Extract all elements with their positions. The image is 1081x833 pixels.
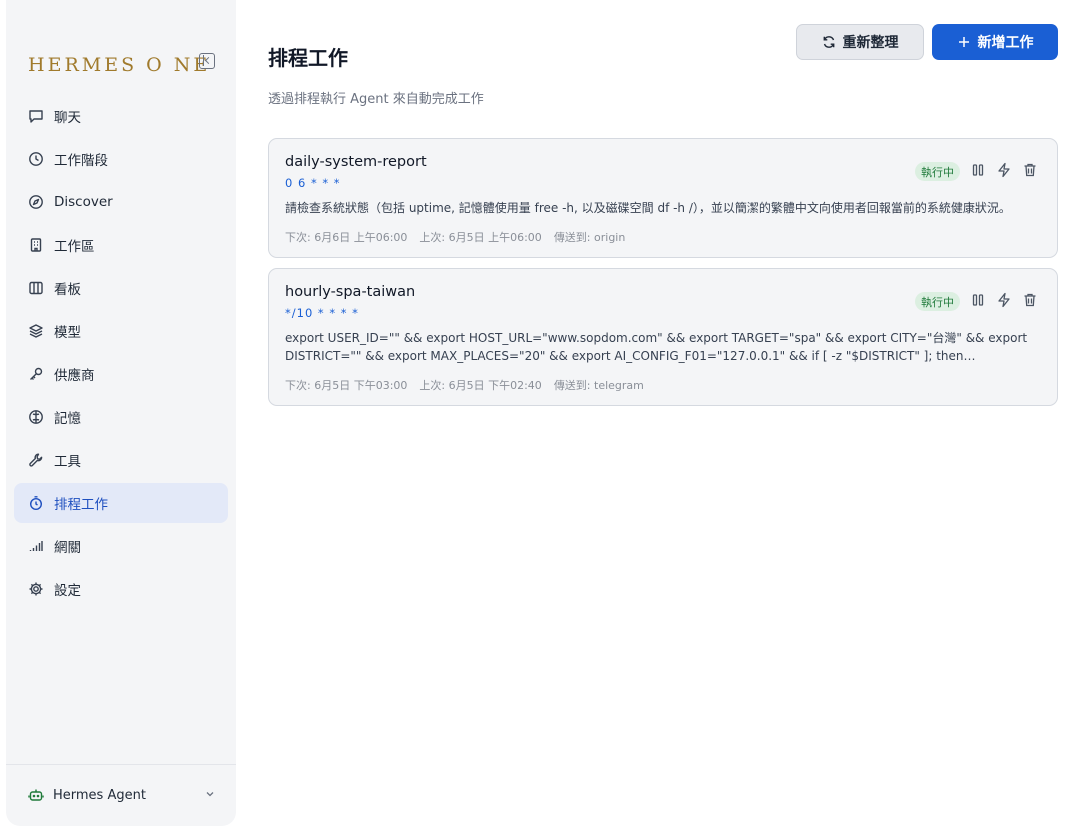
refresh-label: 重新整理 [842, 35, 899, 51]
chevron-down-icon [204, 788, 216, 800]
run-now-icon[interactable] [996, 162, 1012, 178]
sidebar-item-memory[interactable]: 記憶 [14, 397, 228, 437]
robot-icon [28, 787, 44, 803]
key-icon [28, 366, 44, 382]
sidebar-item-chat[interactable]: 聊天 [14, 96, 228, 136]
job-cron: */10 * * * * [285, 306, 359, 320]
refresh-button[interactable]: 重新整理 [796, 24, 924, 60]
brand-logo: HERMES O NE [28, 54, 211, 76]
job-cron: 0 6 * * * [285, 176, 341, 190]
pause-icon[interactable] [970, 292, 986, 308]
sidebar-item-workspace[interactable]: 工作區 [14, 225, 228, 265]
job-last-run: 上次: 6月5日 上午06:00 [419, 231, 542, 244]
sidebar-item-label: 供應商 [54, 368, 95, 384]
gear-icon [28, 581, 44, 597]
sidebar-item-discover[interactable]: Discover [14, 182, 228, 222]
sidebar-divider [6, 764, 236, 765]
building-icon [28, 237, 44, 253]
compass-icon [28, 194, 44, 210]
agent-label: Hermes Agent [53, 787, 146, 803]
sidebar-item-models[interactable]: 模型 [14, 311, 228, 351]
plus-icon [957, 35, 971, 49]
sidebar-item-tools[interactable]: 工具 [14, 440, 228, 480]
sidebar-item-label: 網關 [54, 540, 81, 556]
sidebar-item-label: 模型 [54, 325, 81, 341]
add-job-label: 新增工作 [977, 35, 1034, 51]
pause-icon[interactable] [970, 162, 986, 178]
job-card[interactable]: daily-system-report 0 6 * * * 執行中 請檢查系統狀… [268, 138, 1058, 258]
clock-icon [28, 151, 44, 167]
sidebar-item-label: 設定 [54, 583, 81, 599]
job-meta: 下次: 6月6日 上午06:00 上次: 6月5日 上午06:00 傳送到: o… [285, 229, 625, 245]
job-deliver-to: 傳送到: origin [553, 231, 626, 244]
job-next-run: 下次: 6月5日 下午03:00 [285, 379, 408, 392]
sidebar-item-providers[interactable]: 供應商 [14, 354, 228, 394]
sidebar-item-label: 工具 [54, 454, 81, 470]
job-meta: 下次: 6月5日 下午03:00 上次: 6月5日 下午02:40 傳送到: t… [285, 377, 644, 393]
sidebar: HERMES O NE 聊天 工作階段 Discover 工作區 看板 模型 供… [6, 0, 236, 826]
sidebar-item-scheduled-jobs[interactable]: 排程工作 [14, 483, 228, 523]
sidebar-item-label: 聊天 [54, 110, 81, 126]
sidebar-item-board[interactable]: 看板 [14, 268, 228, 308]
chat-icon [28, 108, 44, 124]
add-job-button[interactable]: 新增工作 [932, 24, 1058, 60]
timer-icon [28, 495, 44, 511]
job-deliver-to: 傳送到: telegram [553, 379, 644, 392]
sidebar-nav: 聊天 工作階段 Discover 工作區 看板 模型 供應商 記憶 工具 排程工… [14, 96, 228, 612]
job-name: hourly-spa-taiwan [285, 284, 416, 300]
job-description: export USER_ID="" && export HOST_URL="ww… [285, 331, 1028, 363]
trash-icon[interactable] [1022, 162, 1038, 178]
board-icon [28, 280, 44, 296]
job-name: daily-system-report [285, 154, 427, 170]
layers-icon [28, 323, 44, 339]
job-last-run: 上次: 6月5日 下午02:40 [419, 379, 542, 392]
page-subtitle: 透過排程執行 Agent 來自動完成工作 [268, 92, 484, 107]
brain-icon [28, 409, 44, 425]
sidebar-item-label: 記憶 [54, 411, 81, 427]
status-badge: 執行中 [915, 292, 960, 311]
status-badge: 執行中 [915, 162, 960, 181]
job-card[interactable]: hourly-spa-taiwan */10 * * * * 執行中 expor… [268, 268, 1058, 406]
sidebar-item-label: Discover [54, 194, 113, 210]
sidebar-item-label: 工作階段 [54, 153, 108, 169]
sidebar-item-settings[interactable]: 設定 [14, 569, 228, 609]
job-next-run: 下次: 6月6日 上午06:00 [285, 231, 408, 244]
run-now-icon[interactable] [996, 292, 1012, 308]
sidebar-item-label: 排程工作 [54, 497, 108, 513]
signal-icon [28, 538, 44, 554]
sidebar-item-sessions[interactable]: 工作階段 [14, 139, 228, 179]
page-title: 排程工作 [268, 46, 348, 70]
trash-icon[interactable] [1022, 292, 1038, 308]
sidebar-item-label: 工作區 [54, 239, 95, 255]
sidebar-item-gateway[interactable]: 網關 [14, 526, 228, 566]
refresh-icon [822, 35, 836, 49]
sidebar-item-label: 看板 [54, 282, 81, 298]
agent-selector[interactable]: Hermes Agent [28, 784, 218, 806]
sidebar-collapse-icon[interactable] [199, 53, 215, 69]
wrench-icon [28, 452, 44, 468]
job-description: 請檢查系統狀態（包括 uptime, 記憶體使用量 free -h, 以及磁碟空… [285, 201, 1011, 215]
